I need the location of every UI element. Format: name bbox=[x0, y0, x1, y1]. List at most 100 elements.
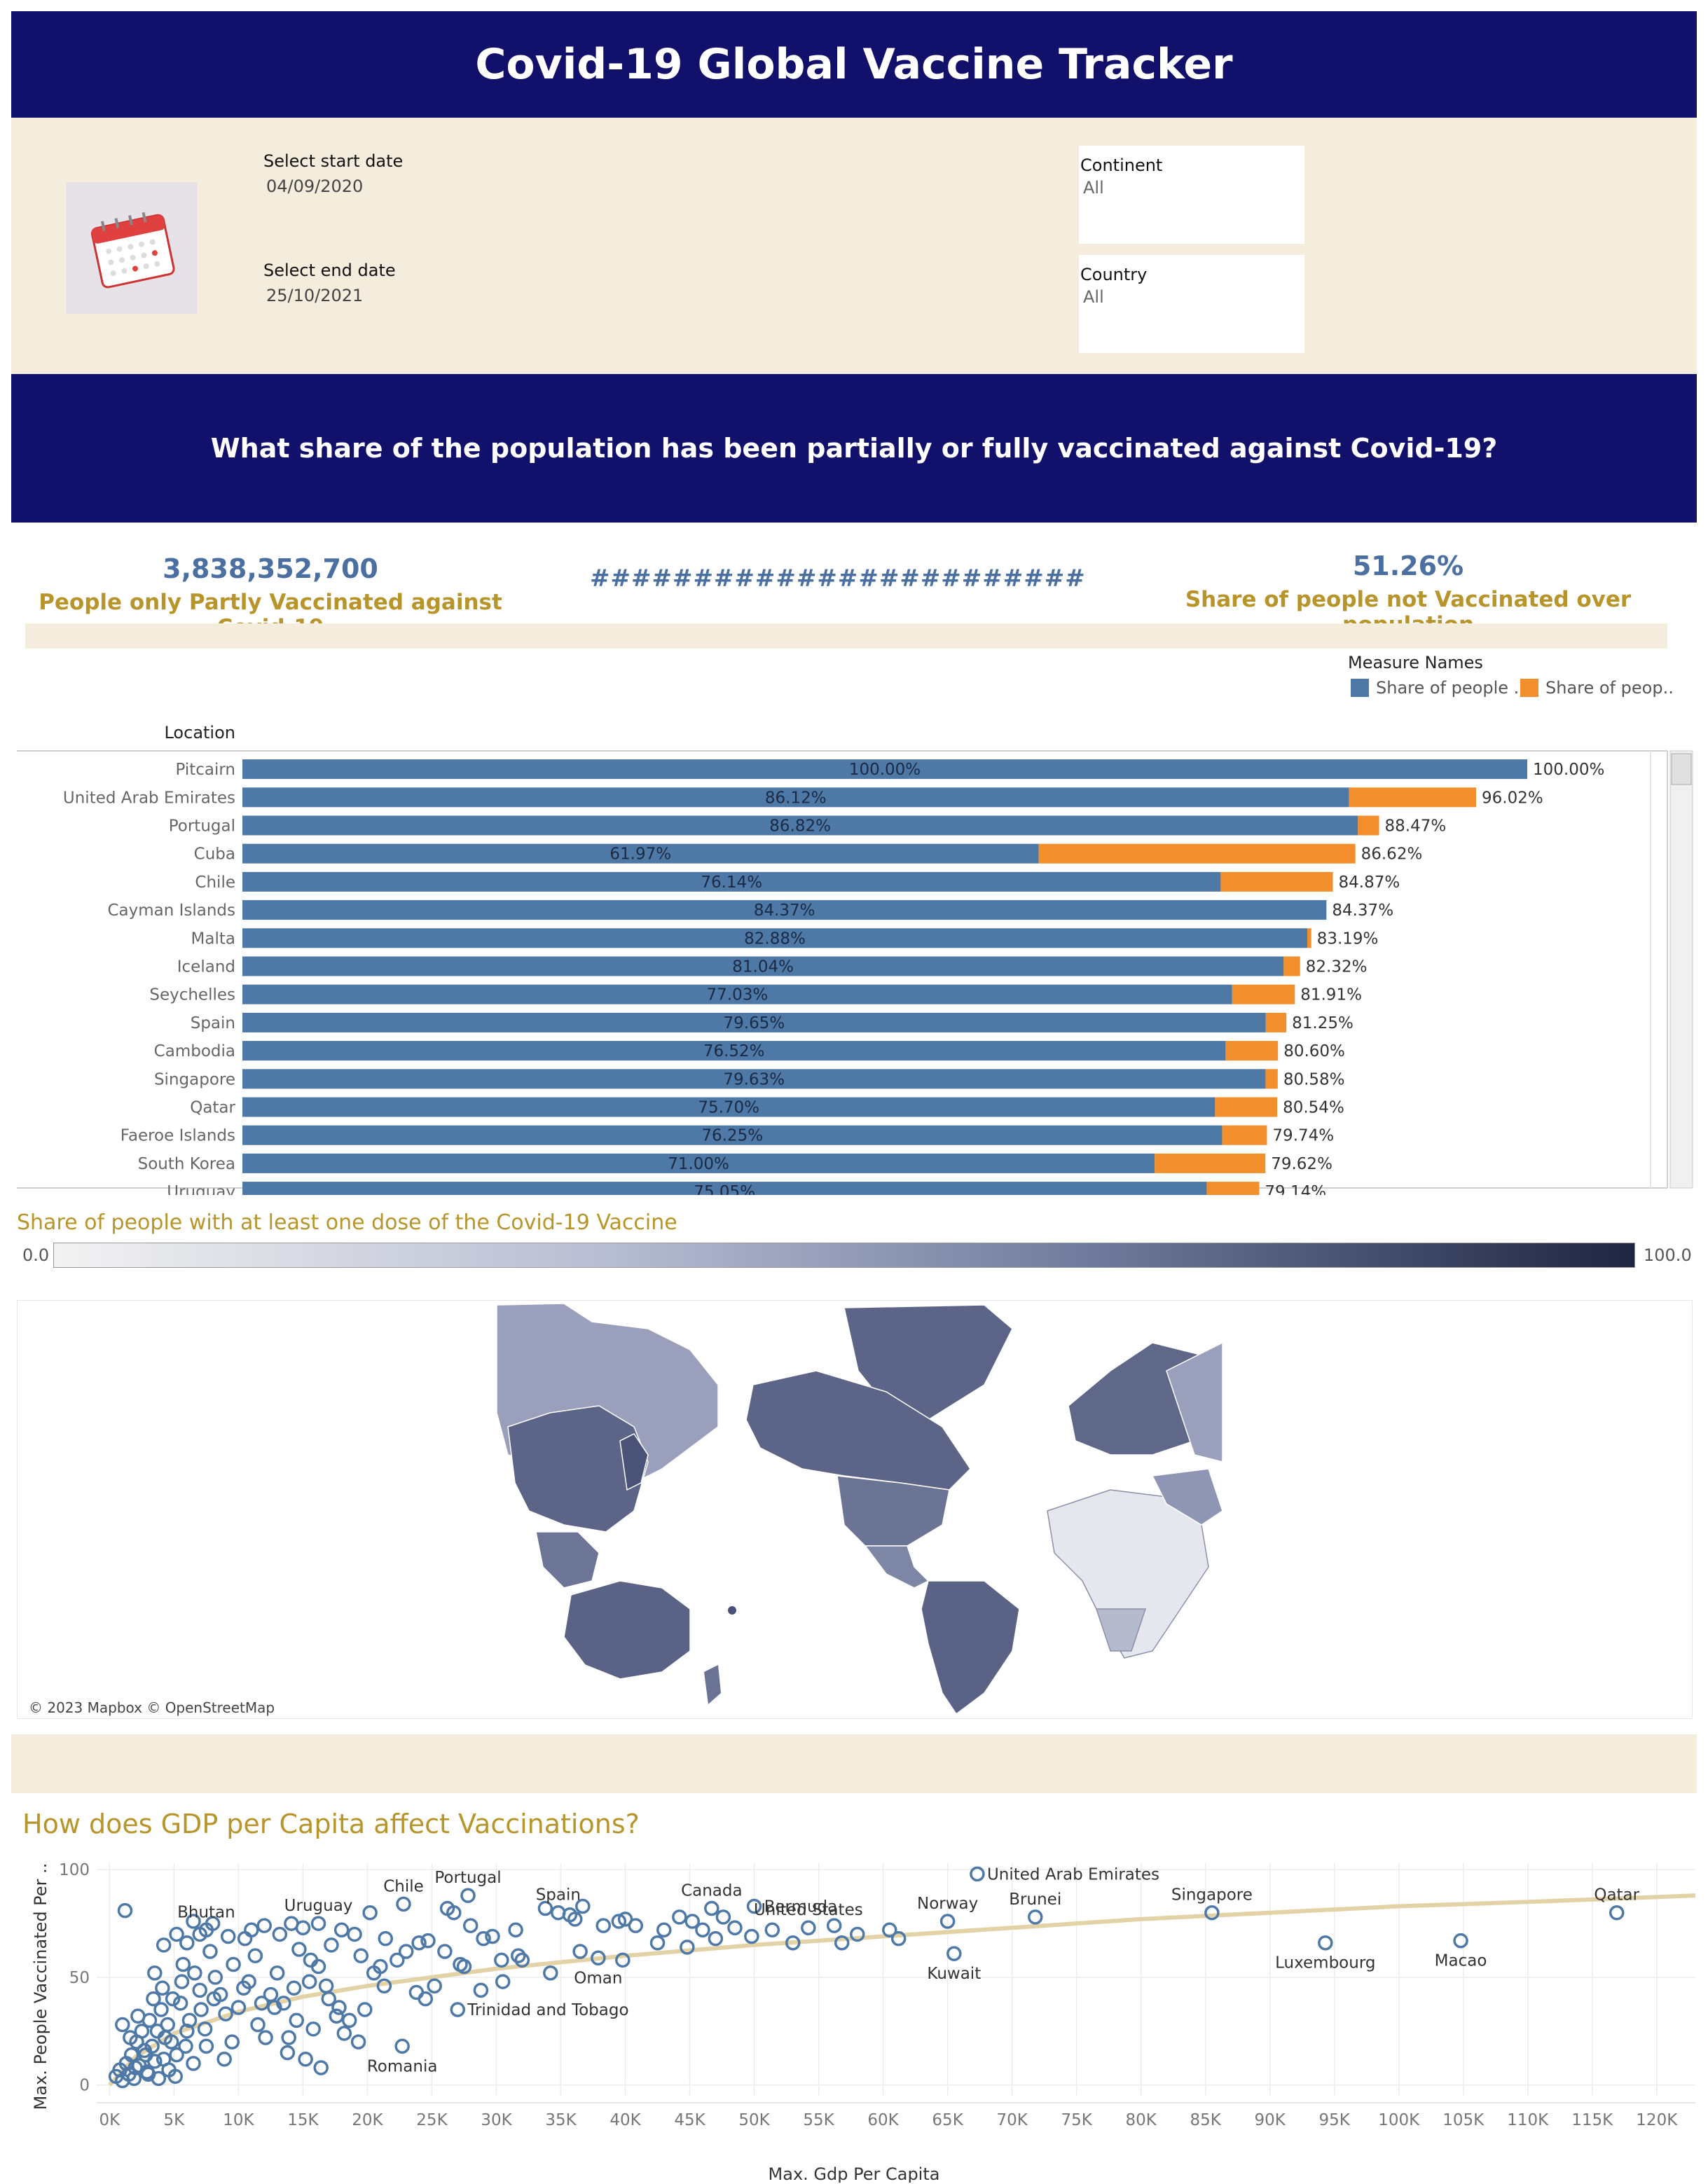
scatter-point bbox=[146, 1991, 161, 2007]
scatter-x-tick: 50K bbox=[738, 2111, 770, 2129]
world-map[interactable]: © 2023 Mapbox © OpenStreetMap bbox=[17, 1300, 1693, 1719]
bar-segment-orange bbox=[1220, 871, 1333, 892]
scatter-point bbox=[378, 1930, 393, 1947]
scatter-point-labeled bbox=[310, 1916, 326, 1931]
gdp-chart-title: How does GDP per Capita affect Vaccinati… bbox=[22, 1809, 640, 1839]
bar-legend-title: Measure Names bbox=[1348, 653, 1483, 672]
scatter-point bbox=[437, 1944, 453, 1959]
start-date-input[interactable]: 04/09/2020 bbox=[266, 177, 363, 196]
bar-total-label: 80.60% bbox=[1283, 1042, 1345, 1060]
scatter-point bbox=[695, 1922, 710, 1938]
scatter-point bbox=[336, 2026, 352, 2041]
bar-category-label: Uruguay bbox=[167, 1183, 235, 1195]
bar-segment-orange bbox=[1155, 1153, 1266, 1173]
scatter-point bbox=[179, 1935, 195, 1951]
country-filter-value[interactable]: All bbox=[1083, 287, 1104, 307]
bar-category-label: Spain bbox=[191, 1014, 235, 1032]
bar-category-label: Cayman Islands bbox=[107, 901, 235, 920]
bar-total-label: 79.74% bbox=[1272, 1127, 1334, 1145]
scatter-point bbox=[398, 1944, 414, 1959]
map-region-south-america[interactable] bbox=[921, 1580, 1020, 1715]
map-region-new-zealand[interactable] bbox=[704, 1665, 721, 1704]
scatter-point bbox=[216, 2051, 232, 2067]
bar-total-label: 80.54% bbox=[1283, 1099, 1344, 1117]
bar-legend-item-2[interactable]: Share of peop.. bbox=[1520, 678, 1674, 698]
map-region-central-america[interactable] bbox=[864, 1545, 930, 1589]
scatter-point-label: Macao bbox=[1435, 1952, 1487, 1970]
continent-filter[interactable]: Continent All bbox=[1079, 146, 1304, 244]
scatter-x-tick: 20K bbox=[352, 2111, 383, 2129]
scatter-point bbox=[508, 1922, 523, 1938]
bar-total-label: 88.47% bbox=[1385, 817, 1447, 836]
scatter-point bbox=[193, 2002, 209, 2017]
scatter-point bbox=[347, 1926, 362, 1942]
bar-chart-scroll-thumb[interactable] bbox=[1671, 753, 1692, 785]
legend-swatch-blue bbox=[1351, 679, 1369, 697]
map-region-southeast-asia[interactable] bbox=[535, 1531, 600, 1589]
scatter-point-label: Luxembourg bbox=[1275, 1954, 1375, 1972]
country-filter[interactable]: Country All bbox=[1079, 255, 1304, 353]
bar-inner-label: 84.37% bbox=[754, 901, 815, 920]
scatter-point bbox=[117, 1902, 133, 1919]
scatter-point bbox=[331, 2000, 347, 2015]
bar-category-label: Qatar bbox=[190, 1099, 235, 1117]
scatter-point bbox=[272, 1926, 288, 1942]
scatter-point bbox=[155, 1980, 170, 1996]
scatter-point bbox=[595, 1918, 611, 1933]
bar-total-label: 79.14% bbox=[1265, 1183, 1326, 1195]
legend-swatch-orange bbox=[1520, 679, 1538, 697]
bar-chart-scrollbar[interactable] bbox=[1669, 750, 1693, 1189]
end-date-input[interactable]: 25/10/2021 bbox=[266, 286, 363, 305]
bar-inner-label: 76.52% bbox=[703, 1042, 765, 1060]
scatter-point bbox=[357, 2002, 373, 2017]
scatter-x-tick: 0K bbox=[99, 2111, 121, 2129]
bar-category-label: Singapore bbox=[154, 1070, 235, 1088]
end-date-label: Select end date bbox=[263, 261, 396, 280]
scatter-y-tick: 0 bbox=[79, 2077, 90, 2095]
start-date-label: Select start date bbox=[263, 151, 404, 171]
map-region-island[interactable] bbox=[728, 1606, 736, 1615]
map-color-scale bbox=[53, 1243, 1635, 1268]
map-title: Share of people with at least one dose o… bbox=[17, 1210, 677, 1235]
scatter-point-label: United States bbox=[754, 1901, 863, 1919]
scatter-point bbox=[178, 2038, 193, 2054]
scatter-x-tick: 5K bbox=[164, 2111, 186, 2129]
bar-total-label: 82.32% bbox=[1306, 958, 1368, 976]
scatter-y-tick: 100 bbox=[59, 1861, 90, 1879]
scatter-point bbox=[247, 1948, 263, 1963]
continent-filter-value[interactable]: All bbox=[1083, 178, 1104, 198]
bar-legend-item-1[interactable]: Share of people .. bbox=[1351, 678, 1524, 698]
kpi-not-vaccinated-value: 51.26% bbox=[1352, 551, 1464, 581]
scatter-point bbox=[281, 2030, 296, 2045]
scatter-point bbox=[341, 2012, 357, 2029]
kpi-overflow-value: ######################## bbox=[590, 565, 1086, 593]
map-region-australia[interactable] bbox=[563, 1580, 691, 1680]
scatter-point bbox=[494, 1952, 509, 1968]
section-divider bbox=[11, 1734, 1697, 1793]
scatter-point bbox=[237, 1930, 253, 1947]
bar-category-label: Iceland bbox=[177, 958, 235, 976]
scatter-point-label: Brunei bbox=[1009, 1891, 1061, 1909]
bar-inner-label: 86.12% bbox=[765, 789, 827, 807]
scatter-trend-line bbox=[108, 1893, 1696, 2087]
scatter-point bbox=[198, 2038, 214, 2054]
bar-segment-orange bbox=[1349, 787, 1477, 808]
bar-segment-orange bbox=[1307, 928, 1311, 948]
scatter-point bbox=[572, 1944, 588, 1959]
calendar-icon bbox=[66, 182, 198, 314]
scatter-point bbox=[408, 1984, 425, 2000]
scatter-point-label: Singapore bbox=[1171, 1886, 1253, 1905]
scatter-point bbox=[226, 1956, 241, 1972]
bar-total-label: 81.91% bbox=[1300, 986, 1362, 1004]
scatter-point-labeled bbox=[396, 1896, 411, 1912]
bar-segment-orange bbox=[1358, 815, 1379, 836]
scatter-point bbox=[291, 1942, 307, 1957]
scatter-point bbox=[324, 1937, 339, 1953]
bar-segment-orange bbox=[1038, 843, 1356, 864]
scatter-point bbox=[628, 1918, 644, 1933]
bar-total-label: 80.58% bbox=[1283, 1070, 1345, 1088]
scatter-point-label: United Arab Emirates bbox=[987, 1865, 1159, 1884]
scatter-point bbox=[656, 1922, 672, 1938]
scatter-x-tick: 60K bbox=[867, 2111, 899, 2129]
bar-category-label: Chile bbox=[195, 873, 235, 892]
